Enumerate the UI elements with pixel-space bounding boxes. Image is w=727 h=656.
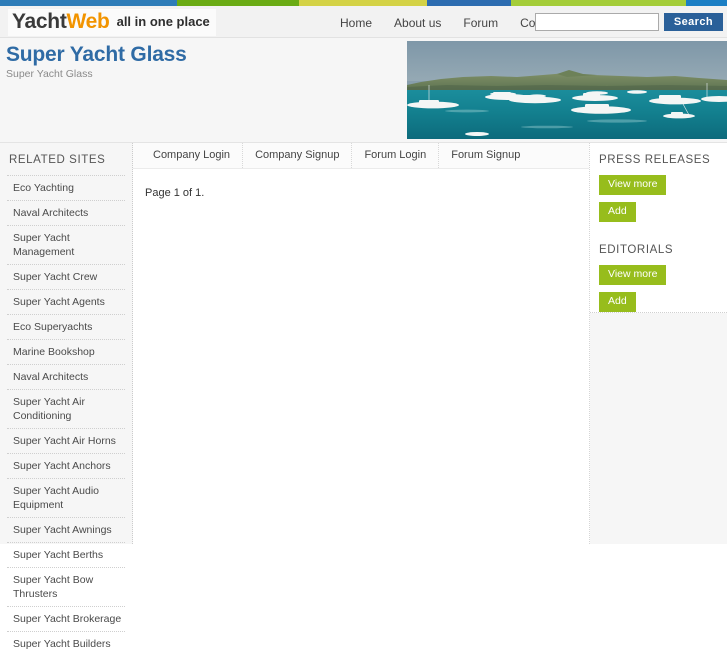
- list-item[interactable]: Marine Bookshop: [7, 339, 125, 364]
- sidebar-link[interactable]: Super Yacht Berths: [13, 549, 103, 561]
- logo-text-primary: Yacht: [12, 10, 67, 33]
- list-item[interactable]: Super Yacht Audio Equipment: [7, 478, 125, 517]
- main-content: Company Login Company Signup Forum Login…: [133, 143, 590, 544]
- sidebar-link[interactable]: Super Yacht Builders: [13, 638, 111, 650]
- search-input[interactable]: [534, 13, 659, 31]
- related-sites-heading: RELATED SITES: [9, 154, 106, 166]
- list-item[interactable]: Super Yacht Agents: [7, 289, 125, 314]
- list-item[interactable]: Eco Superyachts: [7, 314, 125, 339]
- page-subtitle: Super Yacht Glass: [6, 68, 93, 80]
- list-item[interactable]: Naval Architects: [7, 364, 125, 389]
- list-item[interactable]: Eco Yachting: [7, 175, 125, 200]
- sidebar-link[interactable]: Eco Yachting: [13, 182, 74, 194]
- site-header: YachtWeb all in one place Home About us F…: [0, 6, 727, 38]
- list-item[interactable]: Super Yacht Anchors: [7, 453, 125, 478]
- list-item[interactable]: Super Yacht Management: [7, 225, 125, 264]
- main-navigation: Home About us Forum Contact: [340, 16, 561, 30]
- content-tabs: Company Login Company Signup Forum Login…: [133, 143, 589, 169]
- pagination-status: Page 1 of 1.: [145, 187, 205, 199]
- related-sites-list: Eco Yachting Naval Architects Super Yach…: [0, 175, 132, 656]
- sidebar-link[interactable]: Naval Architects: [13, 207, 88, 219]
- right-sidebar-panel: PRESS RELEASES View more Add EDITORIALS …: [590, 143, 727, 313]
- tab-company-login[interactable]: Company Login: [141, 143, 244, 168]
- sidebar-link[interactable]: Super Yacht Bow Thrusters: [13, 574, 93, 600]
- logo-text-accent: Web: [66, 10, 110, 33]
- editorials-add-button[interactable]: Add: [599, 292, 636, 312]
- list-item[interactable]: Super Yacht Crew: [7, 264, 125, 289]
- site-logo[interactable]: YachtWeb all in one place: [8, 9, 216, 36]
- list-item[interactable]: Super Yacht Awnings: [7, 517, 125, 542]
- editorials-actions: View more: [590, 265, 727, 292]
- sidebar-link[interactable]: Super Yacht Air Conditioning: [13, 396, 85, 422]
- sidebar-link[interactable]: Super Yacht Management: [13, 232, 74, 258]
- nav-item-about-us[interactable]: About us: [394, 16, 441, 30]
- nav-item-home[interactable]: Home: [340, 16, 372, 30]
- tab-company-signup[interactable]: Company Signup: [243, 143, 353, 168]
- hero-image: [407, 41, 727, 139]
- sidebar-link[interactable]: Super Yacht Anchors: [13, 460, 111, 472]
- sidebar-link[interactable]: Super Yacht Air Horns: [13, 435, 116, 447]
- search-area: Search: [534, 13, 723, 31]
- press-releases-add-button[interactable]: Add: [599, 202, 636, 222]
- sidebar-link[interactable]: Super Yacht Agents: [13, 296, 105, 308]
- left-sidebar: RELATED SITES Eco Yachting Naval Archite…: [0, 143, 133, 650]
- sidebar-link[interactable]: Marine Bookshop: [13, 346, 95, 358]
- press-releases-heading: PRESS RELEASES: [599, 154, 711, 166]
- search-button[interactable]: Search: [663, 13, 723, 31]
- list-item[interactable]: Super Yacht Air Conditioning: [7, 389, 125, 428]
- editorials-heading: EDITORIALS: [599, 244, 674, 256]
- sidebar-link[interactable]: Super Yacht Awnings: [13, 524, 112, 536]
- sidebar-link[interactable]: Super Yacht Crew: [13, 271, 97, 283]
- press-releases-actions: View more: [590, 175, 727, 202]
- editorials-view-more-button[interactable]: View more: [599, 265, 667, 285]
- list-item[interactable]: Super Yacht Bow Thrusters: [7, 567, 125, 606]
- press-releases-view-more-button[interactable]: View more: [599, 175, 667, 195]
- sidebar-link[interactable]: Super Yacht Audio Equipment: [13, 485, 99, 511]
- page-body: RELATED SITES Eco Yachting Naval Archite…: [0, 143, 727, 650]
- right-sidebar: PRESS RELEASES View more Add EDITORIALS …: [590, 143, 727, 544]
- tab-forum-signup[interactable]: Forum Signup: [439, 143, 532, 168]
- logo-tagline: all in one place: [116, 14, 210, 29]
- list-item[interactable]: Super Yacht Air Horns: [7, 428, 125, 453]
- nav-item-forum[interactable]: Forum: [463, 16, 498, 30]
- list-item[interactable]: Naval Architects: [7, 200, 125, 225]
- title-band: Super Yacht Glass Super Yacht Glass: [0, 38, 727, 143]
- page-title: Super Yacht Glass: [6, 43, 187, 66]
- list-item[interactable]: Super Yacht Berths: [7, 542, 125, 567]
- tab-forum-login[interactable]: Forum Login: [352, 143, 440, 168]
- list-item[interactable]: Super Yacht Brokerage: [7, 606, 125, 631]
- content-inner: Page 1 of 1.: [133, 169, 589, 199]
- sidebar-link[interactable]: Naval Architects: [13, 371, 88, 383]
- list-item[interactable]: Super Yacht Builders: [7, 631, 125, 656]
- sidebar-link[interactable]: Eco Superyachts: [13, 321, 92, 333]
- sidebar-link[interactable]: Super Yacht Brokerage: [13, 613, 121, 625]
